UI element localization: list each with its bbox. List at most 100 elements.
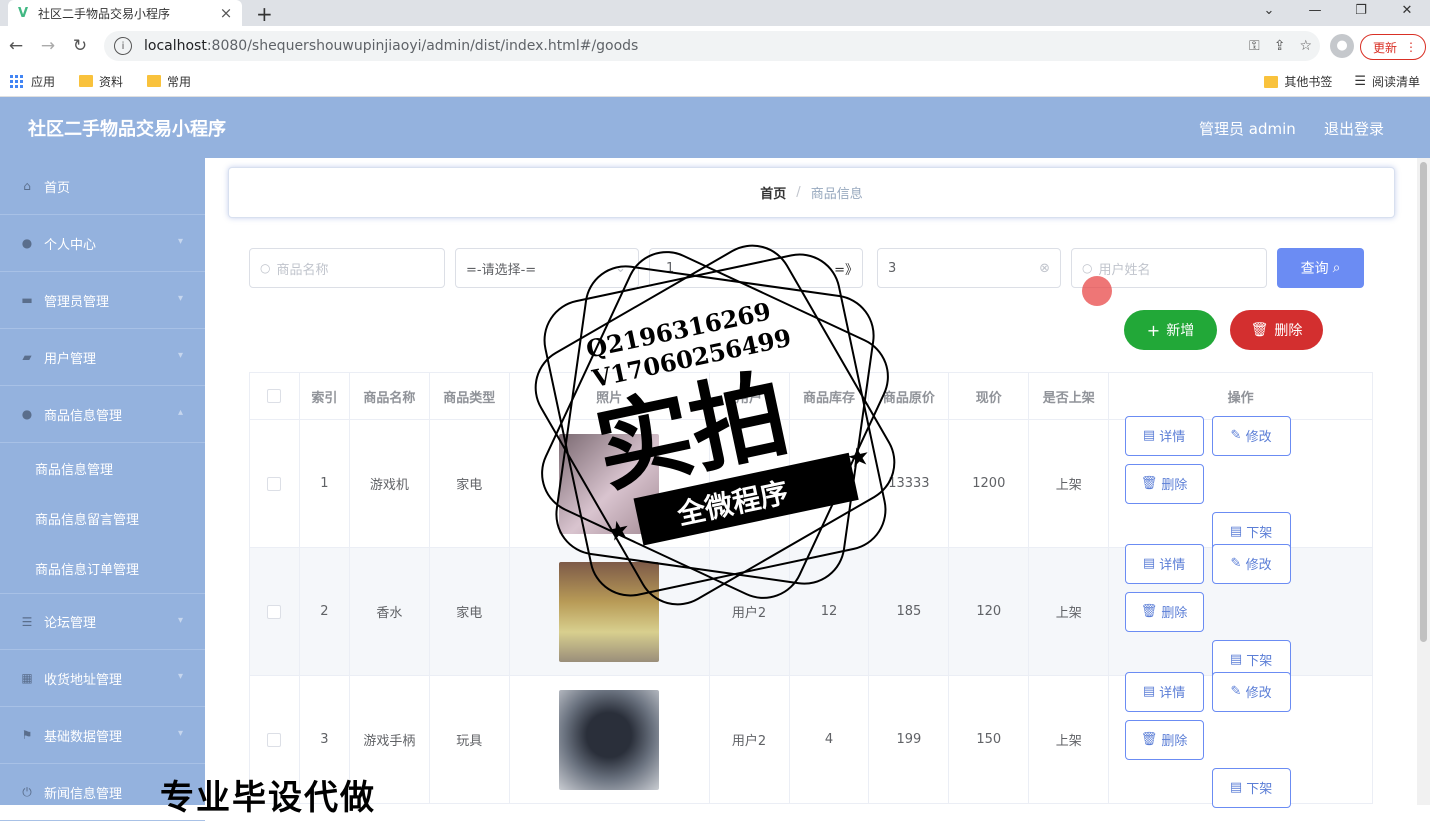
plus-icon: +: [1146, 320, 1161, 340]
vue-logo-icon: V: [17, 5, 29, 21]
cell-user: 用户2: [709, 548, 790, 675]
document-icon: ▤: [1142, 684, 1160, 699]
detail-button[interactable]: ▤ 详情: [1124, 543, 1204, 584]
sidebar-item-home[interactable]: ⌂ 首页: [0, 158, 205, 215]
logout-link[interactable]: 退出登录: [1324, 118, 1384, 139]
cell-photo: [509, 548, 710, 675]
sidebar-item-users[interactable]: ▰ 用户管理 ▾: [0, 329, 205, 386]
detail-button[interactable]: ▤ 详情: [1124, 671, 1204, 712]
table-header-row: 索引 商品名称 商品类型 照片 用户 商品库存 商品原价 现价 是否上架 操作: [250, 373, 1373, 420]
column-header[interactable]: 索引: [300, 373, 350, 419]
detail-button[interactable]: ▤ 详情: [1124, 415, 1204, 456]
bookmark-other[interactable]: 其他书签: [1264, 73, 1332, 90]
edit-button[interactable]: ✎ 修改: [1211, 543, 1291, 584]
range-start-input[interactable]: 1 =》: [649, 248, 863, 288]
scrollbar-thumb[interactable]: [1420, 162, 1427, 642]
delete-button[interactable]: 🗑 删除: [1124, 719, 1204, 760]
edit-button[interactable]: ✎ 修改: [1211, 671, 1291, 712]
column-header[interactable]: 现价: [949, 373, 1030, 419]
cell-stock: 4: [790, 676, 870, 803]
cell-type: 家电: [430, 420, 510, 547]
home-icon: ⌂: [23, 179, 31, 193]
table-row: 3 游戏手柄 玩具 用户2 4 199 150 上架 ▤ 详情 ✎ 修改 🗑 删…: [250, 671, 1373, 808]
list-icon: ☰: [21, 614, 33, 629]
column-header[interactable]: 用户: [710, 373, 790, 419]
select-all-checkbox[interactable]: [267, 389, 282, 403]
minimize-icon[interactable]: —: [1292, 0, 1338, 26]
row-checkbox[interactable]: [267, 604, 282, 619]
share-icon[interactable]: ⇪: [1274, 38, 1286, 54]
profile-avatar-icon[interactable]: ●: [1330, 34, 1354, 58]
sidebar-subitem-goods-orders[interactable]: 商品信息订单管理: [0, 543, 205, 593]
mouse-cursor-highlight: [1082, 276, 1112, 306]
goods-name-input[interactable]: ○ 商品名称: [249, 248, 445, 288]
bookmark-apps[interactable]: 应用: [10, 73, 55, 90]
sidebar-subitem-goods[interactable]: 商品信息管理: [0, 443, 205, 493]
key-icon[interactable]: ⚿: [1249, 38, 1260, 54]
star-icon[interactable]: ☆: [1299, 38, 1312, 54]
sidebar-item-admins[interactable]: ▬ 管理员管理 ▾: [0, 272, 205, 329]
goods-photo: [559, 561, 660, 662]
column-header[interactable]: 商品原价: [869, 373, 950, 419]
forward-icon[interactable]: →: [32, 36, 64, 56]
cell-index: 1: [300, 420, 350, 547]
clear-icon[interactable]: ⊗: [1039, 261, 1050, 276]
column-header[interactable]: 照片: [510, 373, 710, 419]
reload-icon[interactable]: ↻: [64, 36, 96, 56]
add-button[interactable]: + 新增: [1124, 310, 1217, 350]
update-button[interactable]: 更新 ⋮: [1360, 34, 1426, 60]
chevron-down-icon[interactable]: ⌄: [1246, 0, 1292, 26]
sidebar-subitem-goods-comments[interactable]: 商品信息留言管理: [0, 493, 205, 543]
address-bar[interactable]: i localhost:8080/shequershouwupinjiaoyi/…: [104, 31, 1320, 61]
sidebar-item-forum[interactable]: ☰ 论坛管理 ▾: [0, 593, 205, 650]
restore-icon[interactable]: ❐: [1338, 0, 1384, 26]
bookmarks-bar: 应用 资料 常用 其他书签 ☰ 阅读清单: [0, 66, 1430, 97]
breadcrumb-home[interactable]: 首页: [760, 183, 786, 202]
column-header[interactable]: 是否上架: [1029, 373, 1110, 419]
new-tab-icon[interactable]: +: [256, 2, 273, 26]
trash-icon: 🗑: [1250, 322, 1269, 338]
query-button[interactable]: 查询 ⌕: [1277, 248, 1364, 288]
range-end-input[interactable]: 3 ⊗: [877, 248, 1061, 288]
close-icon[interactable]: ×: [218, 4, 234, 22]
bookmark-folder[interactable]: 资料: [79, 73, 123, 90]
cell-stock: 0: [790, 420, 870, 547]
column-header[interactable]: 商品类型: [430, 373, 510, 419]
browser-tab[interactable]: V 社区二手物品交易小程序 ×: [8, 0, 242, 26]
breadcrumb-separator: /: [796, 185, 801, 200]
column-header[interactable]: 商品库存: [790, 373, 870, 419]
edit-button[interactable]: ✎ 修改: [1211, 415, 1291, 456]
row-checkbox[interactable]: [267, 476, 282, 491]
sidebar-item-profile[interactable]: ● 个人中心 ▾: [0, 215, 205, 272]
goods-type-select[interactable]: =-请选择-= ⌄: [455, 248, 639, 288]
sidebar-item-address[interactable]: ▦ 收货地址管理 ▾: [0, 650, 205, 707]
bookmarks-right: 其他书签 ☰ 阅读清单: [1264, 66, 1420, 97]
batch-delete-button[interactable]: 🗑 删除: [1230, 310, 1323, 350]
cell-name: 游戏机: [350, 420, 430, 547]
cell-actions: ▤ 详情 ✎ 修改 🗑 删除 ▤ 下架: [1109, 415, 1373, 552]
window-close-icon[interactable]: ✕: [1384, 0, 1430, 26]
reading-list-icon: ☰: [1354, 74, 1366, 89]
sidebar-item-goods[interactable]: ● 商品信息管理 ▴: [0, 386, 205, 443]
back-icon[interactable]: ←: [0, 36, 32, 56]
column-header[interactable]: 商品名称: [350, 373, 430, 419]
delete-button[interactable]: 🗑 删除: [1124, 591, 1204, 632]
document-icon: ▤: [1229, 524, 1247, 539]
cell-onsale: 上架: [1029, 676, 1110, 803]
table-row: 1 游戏机 家电 用户1 0 13333 1200 上架 ▤ 详情 ✎ 修改 🗑…: [250, 415, 1373, 552]
delete-button[interactable]: 🗑 删除: [1124, 463, 1204, 504]
row-checkbox[interactable]: [267, 732, 282, 747]
offshelf-button[interactable]: ▤ 下架: [1211, 767, 1291, 808]
page-scrollbar[interactable]: [1417, 158, 1430, 805]
reading-list[interactable]: ☰ 阅读清单: [1354, 73, 1420, 90]
chevron-down-icon: ▾: [177, 236, 183, 247]
apps-grid-icon: [10, 74, 23, 88]
browser-tab-strip: V 社区二手物品交易小程序 × + ⌄ — ❐ ✕: [0, 0, 1430, 26]
cell-orig-price: 185: [869, 548, 950, 675]
sidebar-item-basedata[interactable]: ⚑ 基础数据管理 ▾: [0, 707, 205, 764]
sidebar: ⌂ 首页 ● 个人中心 ▾ ▬ 管理员管理 ▾ ▰ 用户管理 ▾ ● 商品信息管…: [0, 158, 205, 821]
edit-icon: ✎: [1230, 684, 1246, 699]
info-icon[interactable]: i: [114, 37, 132, 55]
cell-price: 120: [949, 548, 1030, 675]
bookmark-folder[interactable]: 常用: [147, 73, 191, 90]
